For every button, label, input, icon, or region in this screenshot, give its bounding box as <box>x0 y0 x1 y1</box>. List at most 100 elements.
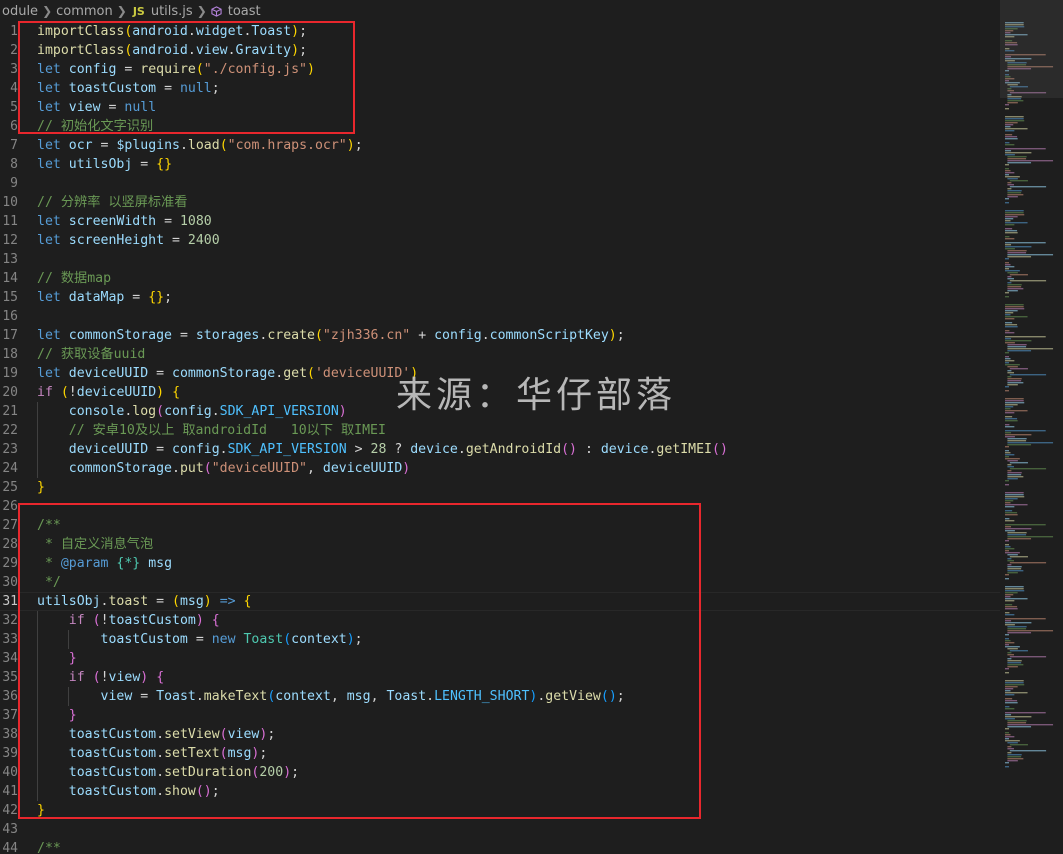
minimap-code-preview <box>1005 22 1054 768</box>
code-token: Gravity <box>235 43 292 58</box>
breadcrumb-symbol-toast[interactable]: toast <box>226 4 263 19</box>
code-line[interactable]: 34 } <box>0 649 1000 668</box>
code-line[interactable]: 33 toastCustom = new Toast(context); <box>0 630 1000 649</box>
line-number: 5 <box>10 100 18 115</box>
code-token: ; <box>616 328 625 343</box>
minimap-line <box>1007 758 1024 760</box>
code-line[interactable]: 2 importClass(android.view.Gravity); <box>0 41 1000 60</box>
line-number: 43 <box>2 822 18 837</box>
code-token: log <box>132 404 157 419</box>
minimap-line <box>1005 528 1032 530</box>
code-line[interactable]: 17 let commonStorage = storages. create("z… <box>0 326 1000 345</box>
code-token: () <box>195 784 212 799</box>
code-token: toastCustom <box>68 765 157 780</box>
code-line[interactable]: 11 let screenWidth = 1080 <box>0 212 1000 231</box>
code-line[interactable]: 39 toastCustom.setText(msg); <box>0 744 1000 763</box>
minimap-line <box>1005 544 1009 546</box>
code-text: let screenWidth = 1080 <box>37 212 212 231</box>
minimap-line <box>1005 322 1013 324</box>
code-line[interactable]: 25} <box>0 478 1000 497</box>
code-text: // 获取设备uuid <box>37 345 145 364</box>
code-line[interactable]: 42} <box>0 801 1000 820</box>
code-line[interactable]: 26 <box>0 497 1000 516</box>
minimap-line <box>1005 458 1020 460</box>
line-number: 4 <box>10 81 18 96</box>
code-token: msg <box>346 689 371 704</box>
breadcrumb-folder-module[interactable]: odule <box>0 4 40 19</box>
minimap-line <box>1005 398 1024 400</box>
minimap-line <box>1005 332 1015 334</box>
line-number: 16 <box>2 309 18 324</box>
code-line[interactable]: 13 <box>0 250 1000 269</box>
code-token: = <box>156 81 180 96</box>
code-line[interactable]: 38 toastCustom.setView(view); <box>0 725 1000 744</box>
code-token: let <box>37 138 61 153</box>
code-text: commonStorage.put("deviceUUID", deviceUU… <box>37 459 410 478</box>
breadcrumb-folder-common[interactable]: common <box>54 4 115 19</box>
code-line[interactable]: 10 // 分辨率 以竖屏标准看 <box>0 193 1000 212</box>
code-line[interactable]: 3 let config = require("./config.js") <box>0 60 1000 79</box>
code-line[interactable]: 15 let dataMap = {}; <box>0 288 1000 307</box>
code-token: device <box>600 442 649 457</box>
code-line[interactable]: 41 toastCustom.show(); <box>0 782 1000 801</box>
code-line[interactable]: 7 let ocr = $plugins.load("com.hraps.ocr"… <box>0 136 1000 155</box>
code-token: view <box>68 100 101 115</box>
code-line[interactable]: 16 <box>0 307 1000 326</box>
code-line[interactable]: 44 /** <box>0 839 1000 854</box>
minimap-line <box>1005 420 1018 422</box>
code-line[interactable]: 12 let screenHeight = 2400 <box>0 231 1000 250</box>
code-line[interactable]: 28 * 自定义消息气泡 <box>0 535 1000 554</box>
minimap[interactable] <box>1000 0 1063 854</box>
minimap-line <box>1007 370 1012 372</box>
minimap-line <box>1005 588 1024 590</box>
code-token: ; <box>211 784 220 799</box>
code-token: ) <box>291 43 300 58</box>
code-line[interactable]: 37 } <box>0 706 1000 725</box>
code-line[interactable]: 43 <box>0 820 1000 839</box>
code-area[interactable]: 1 importClass(android.widget.Toast); 2 impo… <box>0 22 1000 854</box>
code-token: = <box>132 689 157 704</box>
code-line[interactable]: 5 let view = null <box>0 98 1000 117</box>
minimap-line <box>1009 274 1028 276</box>
code-line[interactable]: 14 // 数据map <box>0 269 1000 288</box>
code-line[interactable]: 8 let utilsObj = {} <box>0 155 1000 174</box>
code-line[interactable]: 9 <box>0 174 1000 193</box>
minimap-line <box>1009 562 1047 564</box>
code-line[interactable]: 29 * @param {*} msg <box>0 554 1000 573</box>
code-token: null <box>124 100 157 115</box>
minimap-line <box>1005 364 1020 366</box>
line-number: 2 <box>10 43 18 58</box>
code-editor[interactable]: odule ❯ common ❯ JS utils.js ❯ toast 1 im… <box>0 0 1063 854</box>
code-token: put <box>179 461 204 476</box>
minimap-line <box>1005 424 1010 426</box>
minimap-line <box>1005 352 1009 354</box>
code-line[interactable]: 27 /** <box>0 516 1000 535</box>
code-line[interactable]: 36 view = Toast.makeText(context, msg, T… <box>0 687 1000 706</box>
code-token: toastCustom <box>108 613 196 628</box>
minimap-line <box>1005 574 1009 576</box>
minimap-slider[interactable] <box>1000 0 1063 98</box>
code-line[interactable]: 4 let toastCustom = null; <box>0 79 1000 98</box>
minimap-line <box>1005 540 1009 542</box>
minimap-line <box>1005 430 1046 432</box>
code-line[interactable]: 32 if (!toastCustom) { <box>0 611 1000 630</box>
code-text: if (!deviceUUID) { <box>37 383 180 402</box>
code-line[interactable]: 35 if (!view) { <box>0 668 1000 687</box>
code-line[interactable]: 22 // 安卓10及以上 取androidId 10以下 取IMEI <box>0 421 1000 440</box>
minimap-line <box>1007 190 1022 192</box>
code-line[interactable]: 31 utilsObj.toast = (msg) => { <box>0 592 1000 611</box>
minimap-line <box>1007 664 1024 666</box>
code-line[interactable]: 23 deviceUUID = config.SDK_API_VERSION >… <box>0 440 1000 459</box>
code-line[interactable]: 18 // 获取设备uuid <box>0 345 1000 364</box>
code-line[interactable]: 30 */ <box>0 573 1000 592</box>
breadcrumb-file-utils[interactable]: utils.js <box>149 4 195 19</box>
code-line[interactable]: 6 // 初始化文字识别 <box>0 117 1000 136</box>
code-line[interactable]: 1 importClass(android.widget.Toast); <box>0 22 1000 41</box>
code-token: 1080 <box>179 214 212 229</box>
code-line[interactable]: 24 commonStorage.put("deviceUUID", devic… <box>0 459 1000 478</box>
code-line[interactable]: 40 toastCustom.setDuration(200); <box>0 763 1000 782</box>
